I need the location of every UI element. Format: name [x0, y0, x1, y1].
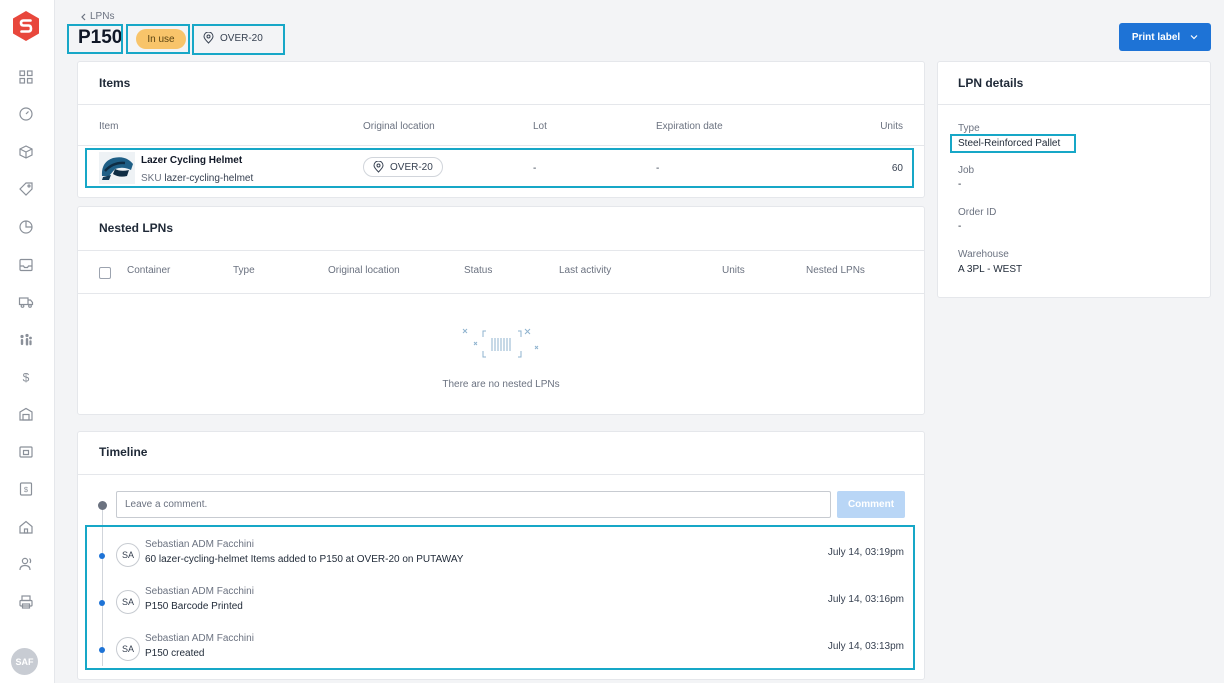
- highlight-location: [192, 24, 285, 55]
- people-icon[interactable]: [18, 332, 34, 348]
- col-nested-lpns: Nested LPNs: [806, 265, 865, 276]
- user-icon[interactable]: [18, 556, 34, 572]
- timeline-title: Timeline: [99, 445, 148, 459]
- comment-button[interactable]: Comment: [837, 491, 905, 518]
- lpn-details-title: LPN details: [958, 76, 1024, 90]
- divider: [78, 104, 924, 105]
- col-lot: Lot: [533, 121, 547, 132]
- detail-type-label: Type: [958, 123, 980, 134]
- inbox-icon[interactable]: [18, 257, 34, 273]
- tag-icon[interactable]: [18, 181, 34, 197]
- chevron-down-icon: [1190, 35, 1198, 40]
- divider: [78, 250, 924, 251]
- highlight-title: [67, 24, 123, 54]
- svg-text:$: $: [24, 485, 29, 494]
- detail-warehouse-label: Warehouse: [958, 249, 1009, 260]
- divider: [78, 145, 924, 146]
- box-icon[interactable]: [18, 144, 34, 160]
- dashboard-gauge-icon[interactable]: [18, 106, 34, 122]
- user-avatar[interactable]: SAF: [11, 648, 38, 675]
- printer-icon[interactable]: [18, 594, 34, 610]
- breadcrumb[interactable]: LPNs: [80, 11, 114, 22]
- highlight-type-value: [950, 134, 1076, 153]
- chart-pie-icon[interactable]: [18, 219, 34, 235]
- detail-order-id-value: -: [958, 221, 962, 232]
- print-label-button-label: Print label: [1131, 31, 1181, 43]
- chevron-left-icon: [81, 13, 86, 20]
- svg-text:$: $: [23, 371, 30, 385]
- package-icon[interactable]: [18, 444, 34, 460]
- empty-state-text: There are no nested LPNs: [442, 379, 560, 390]
- col-type: Type: [233, 265, 255, 276]
- home-icon[interactable]: [18, 519, 34, 535]
- grid-icon[interactable]: [18, 69, 34, 85]
- dollar-icon[interactable]: $: [18, 369, 34, 385]
- divider: [78, 293, 924, 294]
- divider: [938, 104, 1210, 105]
- warehouse-icon[interactable]: [18, 406, 34, 422]
- breadcrumb-lpns[interactable]: LPNs: [90, 11, 114, 22]
- detail-job-value: -: [958, 179, 962, 190]
- col-units: Units: [880, 121, 903, 132]
- divider: [78, 474, 924, 475]
- col-status: Status: [464, 265, 493, 276]
- col-item: Item: [99, 121, 119, 132]
- nested-lpns-title: Nested LPNs: [99, 221, 174, 235]
- invoice-icon[interactable]: $: [18, 481, 34, 497]
- nested-lpns-card: Nested LPNs Container Type Original loca…: [77, 206, 925, 415]
- truck-icon[interactable]: [18, 294, 34, 310]
- highlight-status: [126, 24, 190, 54]
- detail-order-id-label: Order ID: [958, 207, 997, 218]
- timeline-start-dot: [98, 501, 107, 510]
- col-original-location: Original location: [328, 265, 400, 276]
- lpn-details-card: LPN details Type Steel-Reinforced Pallet…: [937, 61, 1211, 298]
- detail-warehouse-value: A 3PL - WEST: [958, 264, 1023, 275]
- print-label-button[interactable]: Print label: [1119, 23, 1211, 51]
- select-all-checkbox[interactable]: [99, 267, 111, 279]
- col-units: Units: [722, 265, 745, 276]
- col-container: Container: [127, 265, 171, 276]
- col-original-location: Original location: [363, 121, 435, 132]
- col-last-activity: Last activity: [559, 265, 612, 276]
- items-card-title: Items: [99, 76, 131, 90]
- detail-job-label: Job: [958, 165, 975, 176]
- highlight-item-row: [85, 148, 914, 188]
- logo-icon[interactable]: [11, 10, 41, 42]
- empty-barcode-icon: [462, 328, 539, 358]
- highlight-timeline-entries: [85, 525, 915, 670]
- comment-input[interactable]: Leave a comment.: [116, 491, 831, 518]
- sidebar: $ $ SAF: [0, 0, 55, 683]
- col-expiration-date: Expiration date: [656, 121, 723, 132]
